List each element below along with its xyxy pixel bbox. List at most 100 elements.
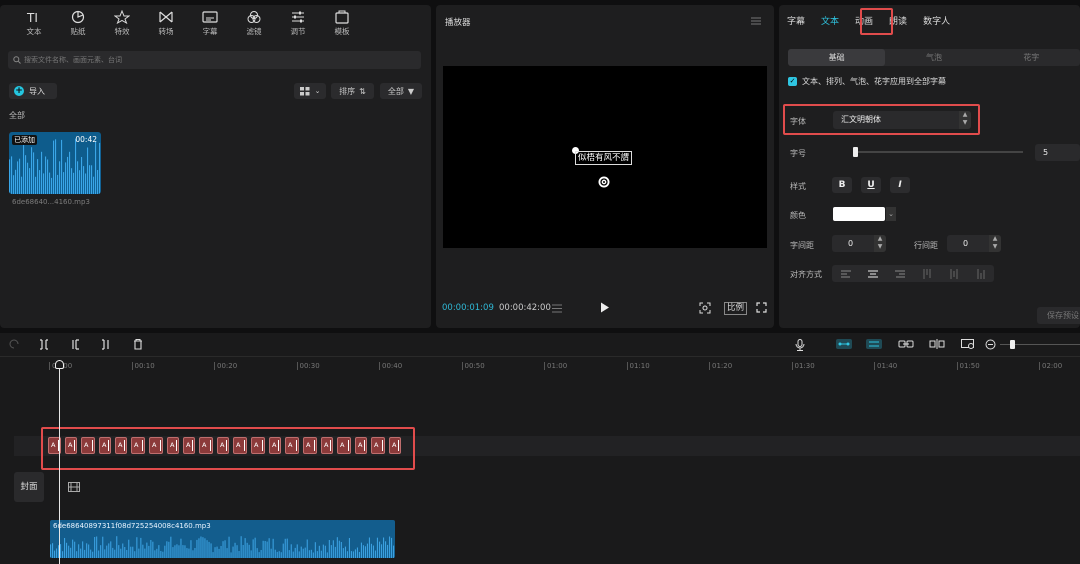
ratio-button[interactable]: 比例 (724, 302, 748, 315)
split-icon[interactable] (40, 339, 50, 350)
focus-icon[interactable] (699, 302, 711, 314)
cover-button[interactable]: 封面 (14, 472, 44, 502)
spinner-icon: ▲ ▼ (874, 235, 886, 252)
all-media-label: 全部 (9, 111, 25, 120)
rotate-icon[interactable] (598, 176, 610, 188)
import-button[interactable]: + 导入 (9, 83, 57, 99)
font-size-input[interactable]: 5 (1035, 144, 1080, 161)
tab-digital-human[interactable]: 数字人 (915, 5, 958, 39)
ruler-tick-label: 00:40 (378, 362, 403, 370)
screen-preview-icon[interactable] (961, 339, 975, 350)
delete-icon[interactable] (133, 339, 143, 350)
filter-icon (247, 10, 261, 23)
player-title: 播放器 (445, 18, 471, 28)
ruler-tick-label: 00:20 (213, 362, 238, 370)
preview-axis-icon[interactable] (929, 339, 945, 349)
tool-adjust[interactable]: 调节 (276, 5, 320, 41)
italic-button[interactable]: I (890, 177, 910, 193)
save-preset-button[interactable]: 保存预设 (1037, 307, 1080, 324)
time-ruler[interactable]: 00:0000:1000:2000:3000:4000:5001:0001:10… (0, 357, 1080, 377)
list-icon[interactable] (552, 304, 562, 313)
align-right-button[interactable] (886, 265, 913, 282)
ruler-tick-label: 00:10 (131, 362, 155, 370)
subtitle-icon (202, 10, 218, 23)
subtab-bubble[interactable]: 气泡 (885, 49, 982, 66)
tool-sticker[interactable]: 贴纸 (56, 5, 100, 41)
ruler-tick-label: 00:30 (296, 362, 320, 370)
template-icon (335, 10, 349, 24)
tool-text[interactable]: TI 文本 (12, 5, 56, 41)
chain-icon[interactable] (898, 339, 914, 349)
filter-button[interactable]: 全部 ▼ (380, 83, 422, 99)
view-mode-button[interactable]: ⌄ (294, 83, 326, 99)
tool-transition[interactable]: 转场 (144, 5, 188, 41)
effects-icon (114, 9, 130, 24)
ruler-tick-label: 01:10 (626, 362, 650, 370)
tool-effects[interactable]: 特效 (100, 5, 144, 41)
sort-button[interactable]: 排序 ⇅ (331, 83, 374, 99)
tool-template[interactable]: 模板 (320, 5, 364, 41)
tool-sticker-label: 贴纸 (70, 26, 86, 36)
ruler-tick-label: 02:00 (1038, 362, 1063, 370)
save-preset-label: 保存预设 (1047, 311, 1079, 320)
caption-text[interactable]: 似梧有风不謂 (575, 151, 633, 165)
line-spacing-label: 行间距 (914, 241, 938, 250)
vertical-center-icon (950, 268, 957, 279)
alignment-group (832, 265, 994, 282)
sticker-icon (71, 10, 85, 23)
playhead-line[interactable] (59, 360, 60, 564)
waveform-icon (50, 536, 395, 558)
vertical-top-button[interactable] (913, 265, 940, 282)
microphone-icon[interactable] (795, 339, 805, 351)
fullscreen-icon[interactable] (756, 302, 767, 313)
align-label: 对齐方式 (790, 270, 822, 279)
media-clip-thumbnail[interactable]: 已添加 00:42 (9, 132, 101, 194)
vertical-bottom-icon (977, 268, 984, 279)
font-size-slider[interactable] (855, 151, 1023, 153)
tab-text[interactable]: 文本 (813, 5, 847, 39)
video-preview[interactable]: 似梧有风不謂 (443, 66, 767, 248)
funnel-icon: ▼ (407, 86, 415, 96)
align-center-button[interactable] (859, 265, 886, 282)
subtab-basic[interactable]: 基础 (788, 49, 886, 66)
search-input[interactable]: 搜索文件名称、画面元素、台词 (8, 51, 421, 69)
apply-all-checkbox[interactable]: ✓ 文本、排列、气泡、花字应用到全部字幕 (788, 76, 946, 87)
zoom-slider-handle[interactable] (1010, 340, 1015, 349)
tool-subtitle[interactable]: 字幕 (188, 5, 232, 41)
play-icon[interactable] (600, 302, 610, 313)
text-icon: TI (26, 11, 38, 24)
zoom-out-icon[interactable] (985, 339, 996, 350)
font-size-slider-handle[interactable] (853, 147, 858, 157)
menu-icon[interactable] (751, 17, 761, 25)
highlight-subtitle-clips (41, 427, 415, 470)
font-size-value: 5 (1043, 148, 1049, 157)
letter-spacing-input[interactable]: 0 ▲ ▼ (832, 235, 886, 252)
redo-icon[interactable] (9, 339, 20, 350)
vertical-center-button[interactable] (940, 265, 967, 282)
bold-button[interactable]: B (832, 177, 852, 193)
letter-spacing-value: 0 (848, 239, 854, 248)
search-placeholder: 搜索文件名称、画面元素、台词 (24, 56, 122, 64)
trim-left-icon[interactable] (71, 339, 81, 350)
link-main-track-icon[interactable] (836, 339, 852, 349)
color-swatch[interactable] (833, 207, 885, 221)
tab-subtitle[interactable]: 字幕 (779, 5, 813, 39)
audio-clip[interactable]: 6de68640897311f08d725254008c4160.mp3 (50, 520, 395, 558)
filter-label: 全部 (387, 86, 404, 96)
line-spacing-input[interactable]: 0 ▲ ▼ (947, 235, 1001, 252)
underline-button[interactable]: U (861, 177, 881, 193)
vertical-bottom-button[interactable] (967, 265, 994, 282)
tool-adjust-label: 调节 (290, 26, 306, 36)
playhead-handle[interactable] (55, 360, 64, 369)
chevron-down-icon[interactable]: ⌄ (886, 207, 896, 221)
vertical-top-icon (923, 268, 930, 279)
import-label: 导入 (29, 86, 45, 96)
trim-right-icon[interactable] (102, 339, 112, 350)
subtab-fancy-text[interactable]: 花字 (983, 49, 1080, 66)
tool-filter[interactable]: 滤镜 (232, 5, 276, 41)
tool-template-label: 模板 (334, 26, 350, 36)
align-left-button[interactable] (832, 265, 859, 282)
magnet-icon[interactable] (866, 339, 882, 349)
timeline-toolbar (0, 333, 1080, 357)
apply-all-label: 文本、排列、气泡、花字应用到全部字幕 (802, 77, 946, 86)
